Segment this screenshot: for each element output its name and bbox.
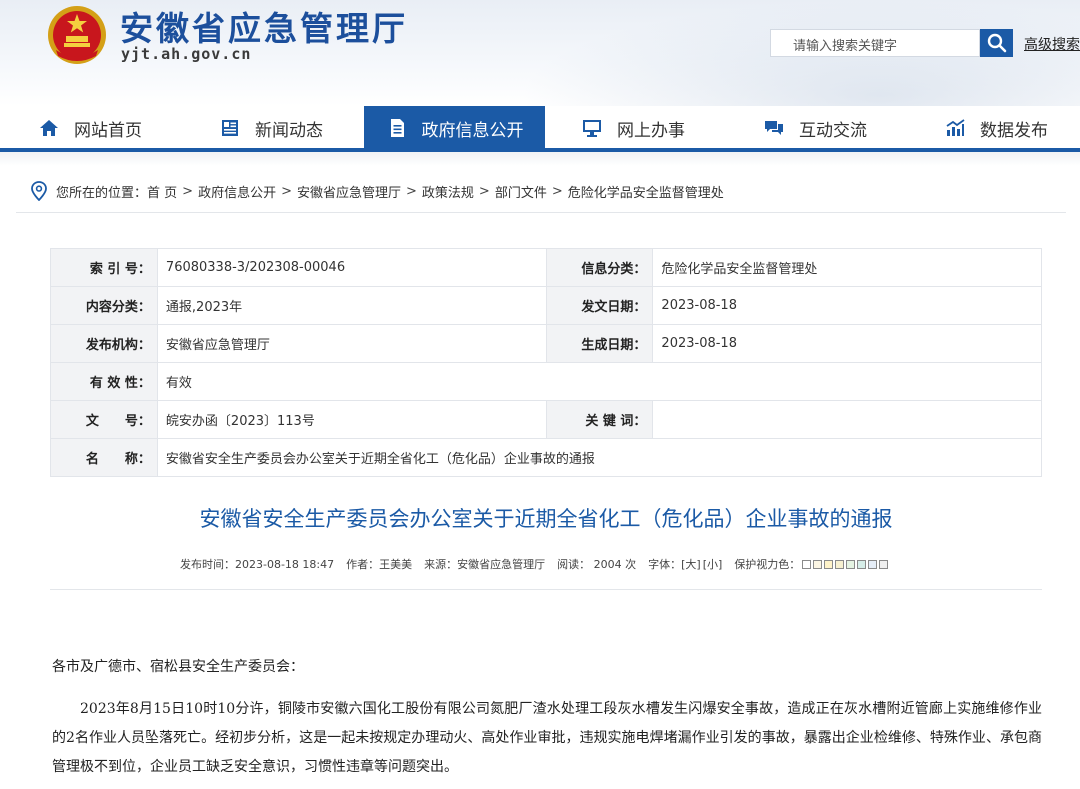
color-swatch[interactable] <box>868 559 878 569</box>
search-button[interactable] <box>980 29 1013 57</box>
category-value: 危险化学品安全监督管理处 <box>652 248 1042 287</box>
search-input[interactable]: 请输入搜索关键字 <box>770 29 980 57</box>
color-swatch[interactable] <box>846 559 856 569</box>
location-pin-icon <box>31 181 47 201</box>
nav-label: 网上办事 <box>617 120 685 141</box>
article-divider <box>50 589 1042 590</box>
content-value: 通报,2023年 <box>156 286 547 325</box>
validity-label: 有 效 性： <box>50 362 158 401</box>
color-swatch[interactable] <box>802 559 812 569</box>
breadcrumb-separator: > <box>406 183 417 199</box>
breadcrumb-separator: > <box>182 183 194 199</box>
monitor-icon <box>581 117 603 139</box>
table-row: 有 效 性： 有效 <box>50 362 1043 401</box>
eye-protect-label: 保护视力色： <box>734 558 801 571</box>
breadcrumb-policies[interactable]: 政策法规 <box>422 182 474 201</box>
issue-date-value: 2023-08-18 <box>652 286 1042 325</box>
author: 作者：王美美 <box>346 558 413 571</box>
breadcrumb-prefix: 您所在的位置： <box>56 185 148 201</box>
nav-item-gov-info[interactable]: 政府信息公开 <box>364 106 545 150</box>
color-swatch[interactable] <box>879 559 889 569</box>
index-label: 索 引 号： <box>50 248 158 287</box>
nav-item-news[interactable]: 新闻动态 <box>219 106 323 150</box>
table-row: 发布机构： 安徽省应急管理厅 生成日期： 2023-08-18 <box>50 324 1042 363</box>
breadcrumb-gov-info[interactable]: 政府信息公开 <box>198 182 276 201</box>
created-date-value: 2023-08-18 <box>652 324 1042 363</box>
doc-number-label: 文 号： <box>50 400 158 439</box>
advanced-search-link[interactable]: 高级搜索 <box>1024 34 1080 54</box>
nav-label: 网站首页 <box>74 120 142 141</box>
site-title[interactable]: 安徽省应急管理厅 <box>120 2 408 50</box>
document-icon <box>386 117 408 139</box>
color-swatch[interactable] <box>824 559 834 569</box>
article-title: 安徽省安全生产委员会办公室关于近期全省化工（危化品）企业事故的通报 <box>199 507 893 531</box>
table-row: 索 引 号： 76080338-3/202308-00046 信息分类： 危险化… <box>50 248 1042 287</box>
national-emblem-icon[interactable] <box>46 4 108 66</box>
breadcrumb-separator: > <box>478 183 490 199</box>
doc-number-value: 皖安办函〔2023〕113号 <box>156 400 547 439</box>
keywords-label: 关 键 词： <box>545 400 654 439</box>
created-date-label: 生成日期： <box>545 324 654 363</box>
issue-date-label: 发文日期： <box>545 286 654 325</box>
site-header: 安徽省应急管理厅 yjt.ah.gov.cn 请输入搜索关键字 高级搜索 <box>0 0 1080 106</box>
name-value: 安徽省安全生产委员会办公室关于近期全省化工（危化品）企业事故的通报 <box>156 438 1043 477</box>
document-info-table: 索 引 号： 76080338-3/202308-00046 信息分类： 危险化… <box>50 248 1043 477</box>
nav-item-online-service[interactable]: 网上办事 <box>581 106 685 150</box>
publisher-value: 安徽省应急管理厅 <box>156 324 547 363</box>
content-label: 内容分类： <box>50 286 158 325</box>
keywords-value <box>652 400 1042 439</box>
breadcrumb-dept-docs[interactable]: 部门文件 <box>495 182 547 201</box>
color-swatch[interactable] <box>813 559 823 569</box>
name-label: 名 称： <box>50 438 158 477</box>
publisher-label: 发布机构： <box>50 324 158 363</box>
breadcrumb-department[interactable]: 安徽省应急管理厅 <box>297 182 401 201</box>
article-paragraph: 2023年8月15日10时10分许，铜陵市安徽六国化工股份有限公司氮肥厂渣水处理… <box>52 701 1042 775</box>
nav-item-home[interactable]: 网站首页 <box>38 106 142 150</box>
main-nav: 网站首页 新闻动态 政府信息公开 网上办事 互动交流 数据发布 <box>0 106 1080 150</box>
chart-icon <box>944 117 966 139</box>
search-icon <box>987 33 1006 53</box>
read-count: 阅读： 2004 次 <box>557 558 637 571</box>
table-row: 文 号： 皖安办函〔2023〕113号 关 键 词： <box>50 400 1042 439</box>
nav-label: 数据发布 <box>980 120 1048 141</box>
news-icon <box>219 117 241 139</box>
breadcrumb-current[interactable]: 危险化学品安全监督管理处 <box>568 182 724 201</box>
chat-icon <box>763 117 785 139</box>
font-large-button[interactable]: [大] <box>681 556 701 572</box>
color-swatch[interactable] <box>857 559 867 569</box>
font-small-button[interactable]: [小] <box>703 556 723 572</box>
nav-shadow <box>0 152 1080 166</box>
nav-label: 政府信息公开 <box>421 120 524 141</box>
validity-value: 有效 <box>156 362 1043 401</box>
home-icon <box>38 117 60 139</box>
breadcrumb-home[interactable]: 首 页 <box>147 182 177 201</box>
source: 来源：安徽省应急管理厅 <box>424 558 546 571</box>
nav-item-data-release[interactable]: 数据发布 <box>944 106 1048 150</box>
breadcrumb: 您所在的位置： 首 页 > 政府信息公开 > 安徽省应急管理厅 > 政策法规 >… <box>30 180 724 202</box>
site-domain: yjt.ah.gov.cn <box>121 45 252 63</box>
breadcrumb-separator: > <box>551 183 563 199</box>
table-row: 名 称： 安徽省安全生产委员会办公室关于近期全省化工（危化品）企业事故的通报 <box>50 438 1043 477</box>
publish-time: 发布时间：2023-08-18 18:47 <box>180 558 335 571</box>
index-value: 76080338-3/202308-00046 <box>156 248 547 287</box>
article-salutation: 各市及广德市、宿松县安全生产委员会： <box>52 659 304 675</box>
nav-label: 互动交流 <box>799 120 867 141</box>
nav-item-interaction[interactable]: 互动交流 <box>763 106 867 150</box>
breadcrumb-divider <box>16 212 1066 213</box>
color-swatch[interactable] <box>835 559 845 569</box>
table-row: 内容分类： 通报,2023年 发文日期： 2023-08-18 <box>50 286 1042 325</box>
font-size-label: 字体： <box>648 558 682 571</box>
nav-label: 新闻动态 <box>255 120 323 141</box>
category-label: 信息分类： <box>545 248 654 287</box>
breadcrumb-separator: > <box>281 183 292 199</box>
article-meta: 发布时间：2023-08-18 18:47 作者：王美美 来源：安徽省应急管理厅… <box>180 556 890 572</box>
